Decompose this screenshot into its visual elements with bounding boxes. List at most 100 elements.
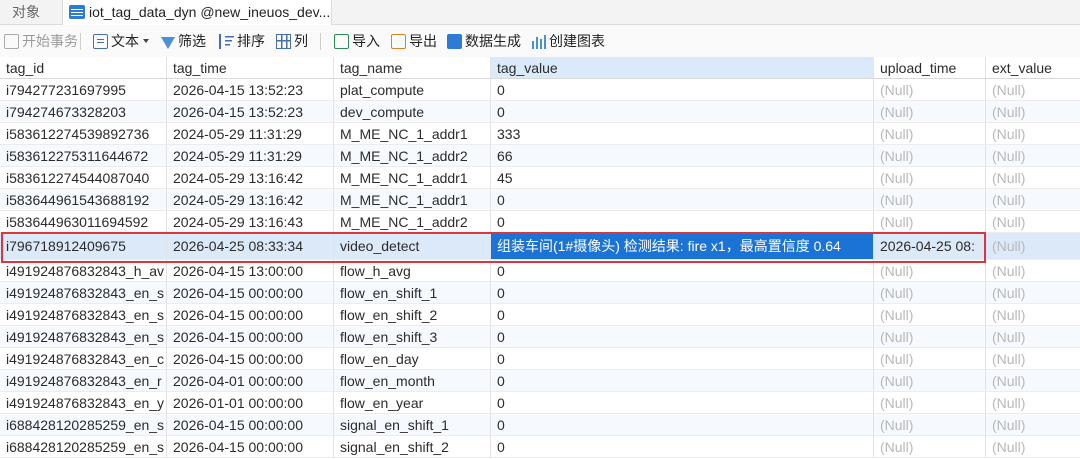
cell-tag-time[interactable]: 2026-04-15 00:00:00: [167, 282, 334, 304]
cell-tag-name[interactable]: flow_en_shift_1: [334, 282, 491, 304]
cell-tag-name[interactable]: plat_compute: [334, 79, 491, 101]
table-row[interactable]: i491924876832843_en_c 2026-04-15 00:00:00…: [0, 348, 1080, 370]
cell-tag-id[interactable]: i491924876832843_en_c: [0, 348, 167, 370]
cell-tag-value[interactable]: 0: [491, 211, 874, 233]
table-row[interactable]: i491924876832843_en_s 2026-04-15 00:00:00…: [0, 304, 1080, 326]
column-header-tag-id[interactable]: tag_id: [0, 57, 167, 79]
filter-button[interactable]: 筛选: [161, 25, 206, 58]
cell-upload-time[interactable]: (Null): [874, 282, 986, 304]
column-header-ext-value[interactable]: ext_value: [986, 57, 1080, 79]
cell-upload-time[interactable]: (Null): [874, 436, 986, 458]
cell-tag-id[interactable]: i491924876832843_en_y: [0, 392, 167, 414]
cell-tag-name[interactable]: M_ME_NC_1_addr2: [334, 145, 491, 167]
table-row[interactable]: i583612274539892736 2024-05-29 11:31:29 M_…: [0, 123, 1080, 145]
cell-upload-time[interactable]: (Null): [874, 101, 986, 123]
cell-tag-name[interactable]: dev_compute: [334, 101, 491, 123]
column-header-tag-value[interactable]: tag_value: [491, 57, 874, 79]
cell-tag-time[interactable]: 2024-05-29 13:16:42: [167, 167, 334, 189]
cell-tag-id[interactable]: i688428120285259_en_s: [0, 436, 167, 458]
cell-tag-id[interactable]: i491924876832843_en_s: [0, 304, 167, 326]
table-row[interactable]: i583644963011694592 2024-05-29 13:16:43 M_…: [0, 211, 1080, 233]
cell-upload-time[interactable]: (Null): [874, 326, 986, 348]
columns-button[interactable]: 列: [276, 25, 308, 58]
cell-tag-value[interactable]: 0: [491, 79, 874, 101]
cell-ext-value[interactable]: (Null): [986, 145, 1080, 167]
cell-tag-time[interactable]: 2026-04-15 00:00:00: [167, 348, 334, 370]
cell-ext-value[interactable]: (Null): [986, 370, 1080, 392]
cell-tag-time[interactable]: 2024-05-29 13:16:42: [167, 189, 334, 211]
cell-tag-value[interactable]: 0: [491, 282, 874, 304]
cell-tag-value[interactable]: 0: [491, 101, 874, 123]
cell-ext-value[interactable]: (Null): [986, 167, 1080, 189]
cell-ext-value[interactable]: (Null): [986, 348, 1080, 370]
cell-tag-id[interactable]: i491924876832843_en_s: [0, 282, 167, 304]
export-button[interactable]: 导出: [391, 25, 437, 58]
cell-tag-time[interactable]: 2026-04-15 13:52:23: [167, 79, 334, 101]
cell-tag-name[interactable]: signal_en_shift_1: [334, 414, 491, 436]
cell-tag-id[interactable]: i491924876832843_h_av: [0, 260, 167, 282]
cell-tag-value[interactable]: 0: [491, 326, 874, 348]
table-row[interactable]: i688428120285259_en_s 2026-04-15 00:00:00…: [0, 414, 1080, 436]
cell-tag-time[interactable]: 2026-04-15 00:00:00: [167, 304, 334, 326]
cell-tag-name[interactable]: flow_en_shift_3: [334, 326, 491, 348]
cell-ext-value[interactable]: (Null): [986, 282, 1080, 304]
cell-ext-value[interactable]: (Null): [986, 392, 1080, 414]
cell-tag-name[interactable]: flow_en_day: [334, 348, 491, 370]
cell-ext-value[interactable]: (Null): [986, 101, 1080, 123]
cell-tag-value[interactable]: 0: [491, 260, 874, 282]
cell-tag-time[interactable]: 2026-01-01 00:00:00: [167, 392, 334, 414]
cell-ext-value[interactable]: (Null): [986, 233, 1080, 260]
cell-upload-time[interactable]: (Null): [874, 167, 986, 189]
cell-ext-value[interactable]: (Null): [986, 304, 1080, 326]
cell-tag-value[interactable]: 0: [491, 414, 874, 436]
create-chart-button[interactable]: 创建图表: [531, 25, 605, 58]
cell-tag-name[interactable]: flow_en_shift_2: [334, 304, 491, 326]
cell-upload-time[interactable]: (Null): [874, 211, 986, 233]
cell-tag-name[interactable]: M_ME_NC_1_addr2: [334, 211, 491, 233]
table-row[interactable]: i491924876832843_en_s 2026-04-15 00:00:00…: [0, 282, 1080, 304]
cell-tag-id[interactable]: i491924876832843_en_s: [0, 326, 167, 348]
cell-tag-name[interactable]: signal_en_shift_2: [334, 436, 491, 458]
cell-upload-time[interactable]: (Null): [874, 392, 986, 414]
cell-tag-time[interactable]: 2026-04-01 00:00:00: [167, 370, 334, 392]
text-dropdown-button[interactable]: 文本: [93, 25, 149, 58]
cell-tag-id[interactable]: i583644961543688192: [0, 189, 167, 211]
cell-tag-time[interactable]: 2026-04-15 13:52:23: [167, 101, 334, 123]
table-row[interactable]: i583644961543688192 2024-05-29 13:16:42 M_…: [0, 189, 1080, 211]
cell-tag-name[interactable]: M_ME_NC_1_addr1: [334, 123, 491, 145]
cell-upload-time[interactable]: (Null): [874, 145, 986, 167]
cell-tag-name[interactable]: flow_h_avg: [334, 260, 491, 282]
column-header-upload-time[interactable]: upload_time: [874, 57, 986, 79]
cell-tag-name[interactable]: flow_en_year: [334, 392, 491, 414]
cell-tag-time[interactable]: 2026-04-15 00:00:00: [167, 436, 334, 458]
cell-ext-value[interactable]: (Null): [986, 326, 1080, 348]
cell-upload-time[interactable]: 2026-04-25 08:: [874, 233, 986, 260]
cell-tag-time[interactable]: 2024-05-29 11:31:29: [167, 123, 334, 145]
cell-tag-value[interactable]: 66: [491, 145, 874, 167]
cell-tag-id[interactable]: i583612274544087040: [0, 167, 167, 189]
table-row[interactable]: i688428120285259_en_s 2026-04-15 00:00:00…: [0, 436, 1080, 458]
table-row[interactable]: i794277231697995 2026-04-15 13:52:23 plat_…: [0, 79, 1080, 101]
cell-tag-value[interactable]: 0: [491, 436, 874, 458]
cell-tag-value[interactable]: 0: [491, 304, 874, 326]
cell-tag-id[interactable]: i583644963011694592: [0, 211, 167, 233]
table-row[interactable]: i794274673328203 2026-04-15 13:52:23 dev_c…: [0, 101, 1080, 123]
cell-ext-value[interactable]: (Null): [986, 260, 1080, 282]
cell-upload-time[interactable]: (Null): [874, 123, 986, 145]
cell-upload-time[interactable]: (Null): [874, 414, 986, 436]
cell-tag-id[interactable]: i794277231697995: [0, 79, 167, 101]
begin-transaction-button[interactable]: 开始事务: [4, 25, 78, 58]
tab-table-editor[interactable]: iot_tag_data_dyn @new_ineuos_dev...: [62, 0, 332, 25]
cell-tag-value[interactable]: 0: [491, 348, 874, 370]
cell-tag-value[interactable]: 0: [491, 370, 874, 392]
table-row-selected[interactable]: i796718912409675 2026-04-25 08:33:34 video…: [0, 233, 1080, 260]
table-row[interactable]: i491924876832843_h_av 2026-04-15 13:00:00…: [0, 260, 1080, 282]
cell-upload-time[interactable]: (Null): [874, 348, 986, 370]
cell-tag-id[interactable]: i491924876832843_en_r: [0, 370, 167, 392]
cell-tag-id[interactable]: i583612274539892736: [0, 123, 167, 145]
cell-tag-value[interactable]: 333: [491, 123, 874, 145]
cell-ext-value[interactable]: (Null): [986, 211, 1080, 233]
column-header-tag-time[interactable]: tag_time: [167, 57, 334, 79]
cell-tag-time[interactable]: 2026-04-15 00:00:00: [167, 326, 334, 348]
cell-tag-id[interactable]: i796718912409675: [0, 233, 167, 260]
